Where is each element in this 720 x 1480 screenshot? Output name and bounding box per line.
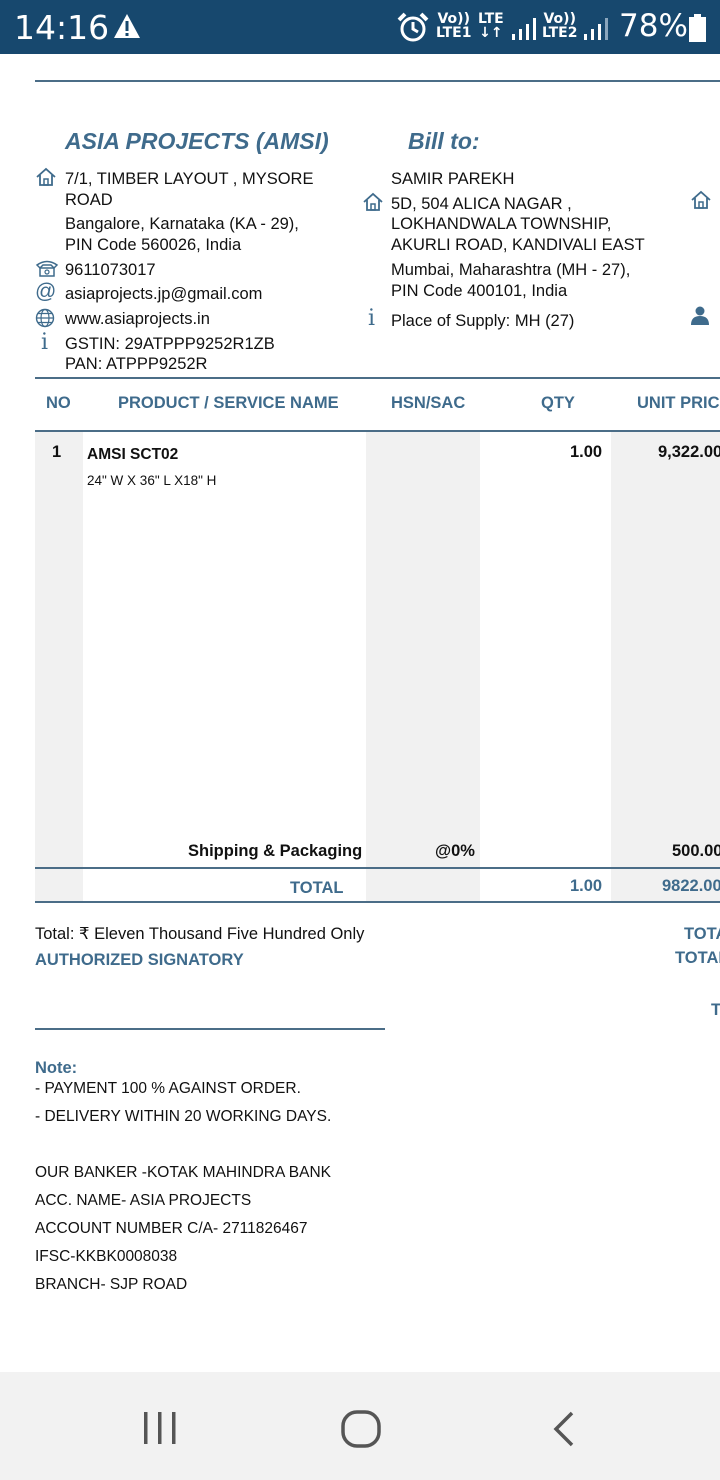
seller-address-line2: ROAD — [65, 191, 113, 209]
status-bar: 14:16 Vo)) LTE1 LTE ↓↑ Vo)) LTE2 78% — [0, 0, 720, 54]
total-words-label: Total: — [35, 925, 75, 943]
bill-to-name: SAMIR PAREKH — [391, 170, 515, 188]
warning-icon — [114, 14, 140, 38]
sim1-top: Vo)) — [437, 11, 470, 27]
header-qty: QTY — [541, 394, 575, 412]
bill-to-address-line2: LOKHANDWALA TOWNSHIP, — [391, 215, 612, 233]
row-no: 1 — [52, 443, 62, 461]
right-total-label-3: T — [711, 1001, 720, 1019]
row-product-name: AMSI SCT02 — [87, 446, 179, 463]
bill-to-address-line1: 5D, 504 ALICA NAGAR , — [391, 195, 572, 213]
alarm-icon — [397, 12, 429, 42]
top-divider — [35, 80, 720, 82]
back-button[interactable] — [548, 1410, 578, 1448]
shipping-label: Shipping & Packaging — [188, 842, 363, 860]
note-heading: Note: — [35, 1059, 78, 1077]
table-top-divider — [35, 377, 720, 379]
seller-address-line1: 7/1, TIMBER LAYOUT , MYSORE — [65, 170, 314, 188]
row-description: 24" W X 36" L X18" H — [87, 473, 217, 488]
info-icon: i — [368, 306, 376, 331]
no-column-shade — [35, 432, 83, 902]
note-line: ACCOUNT NUMBER C/A- 2711826467 — [35, 1220, 308, 1237]
seller-website[interactable]: www.asiaprojects.in — [65, 309, 210, 330]
hsn-column-shade — [366, 432, 480, 902]
total-in-words: Total: ₹ Eleven Thousand Five Hundred On… — [35, 924, 364, 945]
home-icon — [363, 192, 383, 211]
home-icon — [36, 167, 56, 186]
total-label: TOTAL — [290, 879, 344, 897]
person-icon — [691, 306, 709, 325]
header-hsn: HSN/SAC — [391, 394, 466, 412]
note-line: IFSC-KKBK0008038 — [35, 1248, 178, 1265]
seller-phone: 9611073017 — [65, 261, 156, 279]
header-product: PRODUCT / SERVICE NAME — [118, 394, 339, 412]
note-line: ACC. NAME- ASIA PROJECTS — [35, 1192, 252, 1209]
row-qty: 1.00 — [570, 443, 603, 461]
seller-pan: PAN: ATPPP9252R — [65, 355, 208, 373]
right-total-label-2: TOTAL — [675, 949, 720, 967]
note-line: - PAYMENT 100 % AGAINST ORDER. — [35, 1080, 301, 1097]
sim2-top: Vo)) — [543, 11, 576, 27]
bill-to-address-line5: PIN Code 400101, India — [391, 282, 568, 300]
total-qty: 1.00 — [570, 877, 603, 895]
phone-icon — [35, 260, 59, 277]
recent-apps-button[interactable] — [140, 1410, 180, 1446]
signal-icon — [584, 18, 608, 40]
status-time: 14:16 — [14, 8, 110, 47]
signature-line — [35, 1028, 385, 1030]
note-line: OUR BANKER -KOTAK MAHINDRA BANK — [35, 1164, 331, 1181]
place-of-supply: Place of Supply: MH (27) — [391, 312, 575, 330]
header-unit-price: UNIT PRIC — [637, 394, 720, 412]
right-total-label-1: TOTA — [684, 925, 720, 943]
bill-to-address-line4: Mumbai, Maharashtra (MH - 27), — [391, 261, 631, 279]
sim1-label: Vo)) LTE1 — [436, 12, 471, 40]
sim2-bottom: LTE2 — [542, 25, 578, 41]
email-icon: @ — [35, 280, 57, 303]
battery-percent: 78% — [619, 8, 688, 44]
lte-label: LTE ↓↑ — [478, 12, 504, 40]
home-icon — [691, 190, 711, 209]
unit-price-column-shade — [611, 432, 720, 902]
navigation-bar — [0, 1372, 720, 1480]
signal-icon — [512, 18, 536, 40]
bill-to-address-line3: AKURLI ROAD, KANDIVALI EAST — [391, 236, 645, 254]
sim2-label: Vo)) LTE2 — [542, 12, 577, 40]
seller-email[interactable]: asiaprojects.jp@gmail.com — [65, 284, 262, 305]
lte-arrows: ↓↑ — [479, 25, 503, 41]
authorized-signatory: AUTHORIZED SIGNATORY — [35, 951, 244, 969]
shipping-amount: 500.00 — [672, 842, 720, 860]
seller-address-line3: Bangalore, Karnataka (KA - 29), — [65, 215, 299, 233]
company-name: ASIA PROJECTS (AMSI) — [65, 128, 329, 154]
note-line: BRANCH- SJP ROAD — [35, 1276, 188, 1293]
info-icon: i — [41, 330, 49, 355]
globe-icon — [35, 308, 55, 328]
lte-top: LTE — [478, 11, 504, 27]
shipping-rate: @0% — [435, 842, 475, 860]
home-button[interactable] — [340, 1409, 382, 1449]
note-line: - DELIVERY WITHIN 20 WORKING DAYS. — [35, 1108, 332, 1125]
sim1-bottom: LTE1 — [436, 25, 472, 41]
header-no: NO — [46, 394, 71, 412]
battery-icon — [689, 14, 706, 42]
seller-gstin: GSTIN: 29ATPPP9252R1ZB — [65, 335, 275, 353]
rupee-symbol: ₹ — [79, 925, 90, 943]
seller-address-line4: PIN Code 560026, India — [65, 236, 242, 254]
row-unit-price: 9,322.00 — [658, 443, 720, 461]
total-amount: 9822.00 — [662, 877, 720, 895]
table-bottom-divider — [35, 901, 720, 903]
bill-to-heading: Bill to: — [408, 128, 480, 154]
total-words-value: Eleven Thousand Five Hundred Only — [94, 925, 365, 943]
total-divider — [35, 867, 720, 869]
